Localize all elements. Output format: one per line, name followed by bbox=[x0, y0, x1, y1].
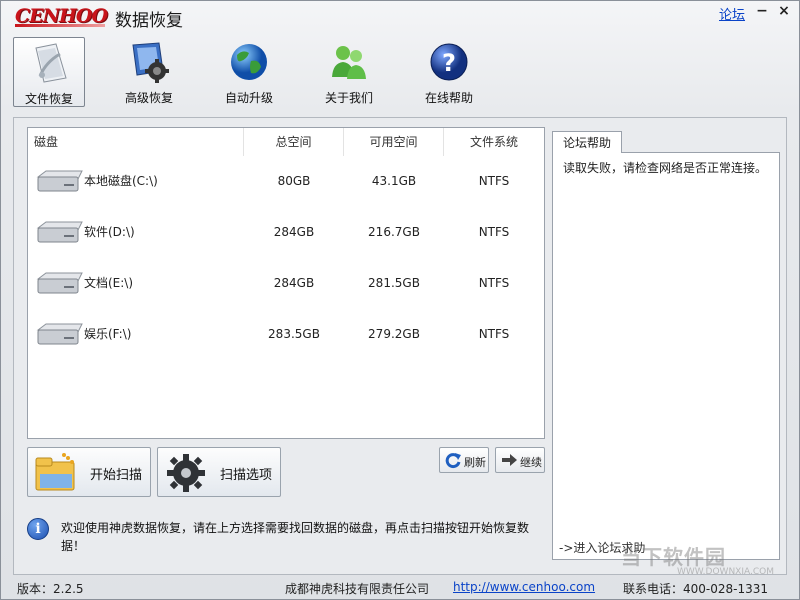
status-bar: 版本：2.2.5 成都神虎科技有限责任公司 http://www.cenhoo.… bbox=[1, 577, 799, 599]
disk-list[interactable]: 磁盘 总空间 可用空间 文件系统 本地磁盘(C:\) 80GB 43.1GB N… bbox=[27, 127, 545, 439]
disk-filesystem: NTFS bbox=[478, 276, 510, 290]
hard-drive-icon bbox=[36, 170, 83, 192]
advanced-recovery-icon bbox=[132, 42, 169, 83]
column-header-total[interactable]: 总空间 bbox=[244, 128, 344, 156]
disk-total: 80GB bbox=[277, 174, 311, 188]
title-bar: CENHOO 数据恢复 论坛 − × bbox=[1, 1, 799, 31]
hard-drive-icon bbox=[36, 272, 83, 294]
disk-name: 娱乐(F:\) bbox=[84, 327, 132, 341]
tool-label: 高级恢复 bbox=[124, 91, 173, 105]
tool-label: 在线帮助 bbox=[424, 91, 473, 105]
close-button[interactable]: × bbox=[775, 3, 793, 19]
tool-auto-upgrade[interactable]: 自动升级 bbox=[213, 37, 285, 107]
column-header-filesystem[interactable]: 文件系统 bbox=[444, 128, 544, 156]
table-row[interactable]: 文档(E:\) 284GB 281.5GB NTFS bbox=[28, 258, 544, 308]
minimize-button[interactable]: − bbox=[753, 3, 771, 19]
forum-link[interactable]: 论坛 bbox=[719, 4, 745, 23]
tab-forum-help[interactable]: 论坛帮助 bbox=[552, 131, 622, 153]
refresh-button[interactable]: 刷新 bbox=[439, 447, 489, 473]
phone-text: 联系电话：400-028-1331 bbox=[623, 582, 769, 596]
tool-advanced-recovery[interactable]: 高级恢复 bbox=[113, 37, 185, 107]
logo-underline bbox=[15, 24, 105, 27]
disk-name: 软件(D:\) bbox=[84, 225, 135, 239]
disk-free: 43.1GB bbox=[371, 174, 417, 188]
table-row[interactable]: 本地磁盘(C:\) 80GB 43.1GB NTFS bbox=[28, 156, 544, 206]
disk-total: 284GB bbox=[273, 276, 315, 290]
column-header-disk[interactable]: 磁盘 bbox=[34, 128, 244, 156]
tool-file-recovery[interactable]: 文件恢复 bbox=[13, 37, 85, 107]
scan-options-button[interactable]: 扫描选项 bbox=[157, 447, 281, 497]
disk-total: 283.5GB bbox=[268, 327, 320, 341]
company-text: 成都神虎科技有限责任公司 bbox=[285, 582, 430, 596]
tool-label: 关于我们 bbox=[324, 91, 373, 105]
continue-button[interactable]: 继续 bbox=[495, 447, 545, 473]
website-link[interactable]: http://www.cenhoo.com bbox=[453, 580, 595, 594]
globe-icon bbox=[231, 44, 267, 80]
column-header-free[interactable]: 可用空间 bbox=[344, 128, 444, 156]
refresh-label: 刷新 bbox=[464, 456, 486, 469]
continue-label: 继续 bbox=[520, 456, 542, 469]
watermark-sub: WWW.DOWNXIA.COM bbox=[677, 567, 774, 577]
toolbar: 文件恢复 高级恢复 自动升级 关于我们 ? 在线帮助 bbox=[1, 33, 799, 111]
disk-filesystem: NTFS bbox=[478, 225, 510, 239]
help-message: 读取失败，请检查网络是否正常连接。 bbox=[563, 161, 768, 175]
disk-filesystem: NTFS bbox=[478, 327, 510, 341]
hard-drive-icon bbox=[36, 323, 83, 345]
info-message: 欢迎使用神虎数据恢复，请在上方选择需要找回数据的磁盘，再点击扫描按钮开始恢复数据… bbox=[61, 521, 530, 553]
table-row[interactable]: 软件(D:\) 284GB 216.7GB NTFS bbox=[28, 207, 544, 257]
version-text: 版本：2.2.5 bbox=[17, 582, 84, 596]
app-window: CENHOO 数据恢复 论坛 − × 文件恢复 高级恢复 自动升级 关于我们 ?… bbox=[0, 0, 800, 600]
refresh-icon bbox=[445, 453, 461, 469]
disk-filesystem: NTFS bbox=[478, 174, 510, 188]
start-scan-button[interactable]: 开始扫描 bbox=[27, 447, 151, 497]
table-row[interactable]: 娱乐(F:\) 283.5GB 279.2GB NTFS bbox=[28, 309, 544, 359]
start-scan-label: 开始扫描 bbox=[90, 468, 143, 483]
disk-free: 216.7GB bbox=[368, 225, 420, 239]
info-icon: i bbox=[27, 518, 49, 540]
disk-free: 281.5GB bbox=[368, 276, 420, 290]
help-panel: 读取失败，请检查网络是否正常连接。 ->进入论坛求助 bbox=[552, 152, 780, 560]
disk-total: 284GB bbox=[273, 225, 315, 239]
tool-about-us[interactable]: 关于我们 bbox=[313, 37, 385, 107]
disk-name: 文档(E:\) bbox=[84, 276, 134, 290]
tool-label: 文件恢复 bbox=[24, 92, 73, 106]
file-recovery-icon bbox=[35, 43, 67, 83]
hard-drive-icon bbox=[36, 221, 83, 243]
app-title: 数据恢复 bbox=[115, 11, 183, 31]
disk-name: 本地磁盘(C:\) bbox=[84, 174, 158, 188]
disk-free: 279.2GB bbox=[368, 327, 420, 341]
svg-text:?: ? bbox=[442, 49, 456, 77]
arrow-right-icon bbox=[502, 454, 517, 466]
tool-label: 自动升级 bbox=[224, 91, 273, 105]
help-icon: ? bbox=[430, 43, 468, 81]
gear-icon bbox=[167, 454, 205, 492]
tool-online-help[interactable]: ? 在线帮助 bbox=[413, 37, 485, 107]
watermark: 当下软件园 bbox=[621, 545, 726, 569]
folder-scan-icon bbox=[35, 453, 75, 491]
users-icon bbox=[332, 46, 366, 79]
scan-options-label: 扫描选项 bbox=[220, 468, 273, 483]
